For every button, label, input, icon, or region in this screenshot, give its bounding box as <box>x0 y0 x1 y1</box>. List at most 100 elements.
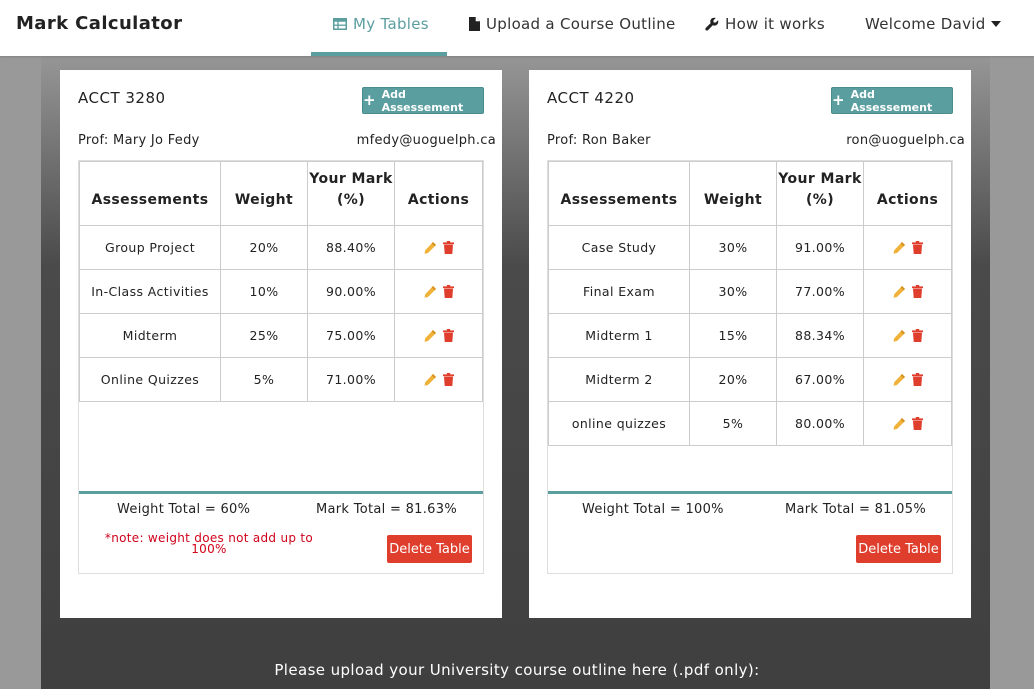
wrench-icon <box>705 17 719 31</box>
pencil-icon[interactable] <box>892 417 906 431</box>
assessment-mark: 91.00% <box>776 225 864 270</box>
assessment-mark: 67.00% <box>776 357 864 402</box>
row-actions <box>394 357 483 402</box>
assessment-weight: 10% <box>220 269 308 314</box>
caret-down-icon <box>990 21 1001 27</box>
trash-icon[interactable] <box>912 373 923 386</box>
trash-icon[interactable] <box>912 285 923 298</box>
table-row: Midterm 25% 75.00% <box>79 313 483 358</box>
weight-warning-note: *note: weight does not add up to 100% <box>104 531 314 556</box>
pencil-icon[interactable] <box>892 285 906 299</box>
table-header-row: Assessements Weight Your Mark (%) Action… <box>548 161 952 226</box>
table-row: Final Exam 30% 77.00% <box>548 269 952 314</box>
trash-icon[interactable] <box>443 373 454 386</box>
pencil-icon[interactable] <box>423 373 437 387</box>
assessment-name: Midterm 2 <box>548 357 690 402</box>
header-weight: Weight <box>220 161 308 226</box>
assessment-mark: 88.40% <box>307 225 395 270</box>
trash-icon[interactable] <box>443 329 454 342</box>
row-actions <box>863 401 952 446</box>
row-actions <box>394 269 483 314</box>
assessment-table-container: Assessements Weight Your Mark (%) Action… <box>78 160 484 574</box>
professor-name: Prof: Ron Baker <box>547 133 651 148</box>
mark-total: Mark Total = 81.05% <box>785 502 926 517</box>
assessment-weight: 5% <box>689 401 777 446</box>
pencil-icon[interactable] <box>892 373 906 387</box>
pencil-icon[interactable] <box>423 285 437 299</box>
assessment-name: Online Quizzes <box>79 357 221 402</box>
assessment-name: Midterm 1 <box>548 313 690 358</box>
nav-upload-outline[interactable]: Upload a Course Outline <box>469 15 676 33</box>
course-code: ACCT 4220 <box>547 89 635 107</box>
nav-upload-outline-label: Upload a Course Outline <box>486 15 676 33</box>
pencil-icon[interactable] <box>423 329 437 343</box>
professor-email: ron@uoguelph.ca <box>846 133 965 148</box>
table-row: In-Class Activities 10% 90.00% <box>79 269 483 314</box>
pencil-icon[interactable] <box>423 241 437 255</box>
delete-table-button[interactable]: Delete Table <box>387 535 472 563</box>
assessment-mark: 80.00% <box>776 401 864 446</box>
assessment-mark: 75.00% <box>307 313 395 358</box>
pencil-icon[interactable] <box>892 329 906 343</box>
file-icon <box>469 17 480 31</box>
professor-email: mfedy@uoguelph.ca <box>356 133 496 148</box>
add-assessment-label: Add Assessement <box>381 87 464 114</box>
nav-my-tables[interactable]: My Tables <box>333 15 429 33</box>
header-mark: Your Mark (%) <box>307 161 395 226</box>
add-assessment-button[interactable]: + Add Assessement <box>831 87 953 114</box>
background-left <box>0 56 41 689</box>
nav-how-it-works[interactable]: How it works <box>705 15 825 33</box>
assessment-weight: 25% <box>220 313 308 358</box>
delete-table-button[interactable]: Delete Table <box>856 535 941 563</box>
assessment-name: Group Project <box>79 225 221 270</box>
course-code: ACCT 3280 <box>78 89 166 107</box>
trash-icon[interactable] <box>443 285 454 298</box>
assessment-name: In-Class Activities <box>79 269 221 314</box>
table-row: online quizzes 5% 80.00% <box>548 401 952 446</box>
header-actions: Actions <box>394 161 483 226</box>
weight-total: Weight Total = 60% <box>117 502 251 517</box>
assessment-mark: 90.00% <box>307 269 395 314</box>
assessment-name: Midterm <box>79 313 221 358</box>
trash-icon[interactable] <box>443 241 454 254</box>
table-row: Group Project 20% 88.40% <box>79 225 483 270</box>
row-actions <box>394 225 483 270</box>
nav-how-it-works-label: How it works <box>725 15 826 33</box>
trash-icon[interactable] <box>912 241 923 254</box>
brand-title[interactable]: Mark Calculator <box>16 13 182 34</box>
add-assessment-button[interactable]: + Add Assessement <box>362 87 484 114</box>
table-icon <box>333 18 347 30</box>
assessment-mark: 71.00% <box>307 357 395 402</box>
table-header-row: Assessements Weight Your Mark (%) Action… <box>79 161 483 226</box>
assessment-mark: 77.00% <box>776 269 864 314</box>
row-actions <box>863 269 952 314</box>
plus-icon: + <box>363 91 376 109</box>
assessment-weight: 20% <box>220 225 308 270</box>
totals-divider <box>79 491 483 494</box>
row-actions <box>394 313 483 358</box>
table-row: Midterm 1 15% 88.34% <box>548 313 952 358</box>
assessment-weight: 30% <box>689 225 777 270</box>
assessment-weight: 15% <box>689 313 777 358</box>
assessment-weight: 30% <box>689 269 777 314</box>
assessment-table-container: Assessements Weight Your Mark (%) Action… <box>547 160 953 574</box>
table-row: Midterm 2 20% 67.00% <box>548 357 952 402</box>
header-actions: Actions <box>863 161 952 226</box>
header-assessments: Assessements <box>79 161 221 226</box>
header-weight: Weight <box>689 161 777 226</box>
nav-my-tables-label: My Tables <box>353 15 429 33</box>
user-menu[interactable]: Welcome David <box>865 15 1001 33</box>
navbar: Mark Calculator My Tables Upload a Cours… <box>0 0 1034 56</box>
add-assessment-label: Add Assessement <box>850 87 933 114</box>
row-actions <box>863 357 952 402</box>
professor-name: Prof: Mary Jo Fedy <box>78 133 200 148</box>
background-right <box>990 56 1034 689</box>
trash-icon[interactable] <box>912 417 923 430</box>
assessment-name: online quizzes <box>548 401 690 446</box>
row-actions <box>863 225 952 270</box>
weight-total: Weight Total = 100% <box>582 502 724 517</box>
active-tab-indicator <box>311 52 447 56</box>
pencil-icon[interactable] <box>892 241 906 255</box>
assessment-mark: 88.34% <box>776 313 864 358</box>
trash-icon[interactable] <box>912 329 923 342</box>
